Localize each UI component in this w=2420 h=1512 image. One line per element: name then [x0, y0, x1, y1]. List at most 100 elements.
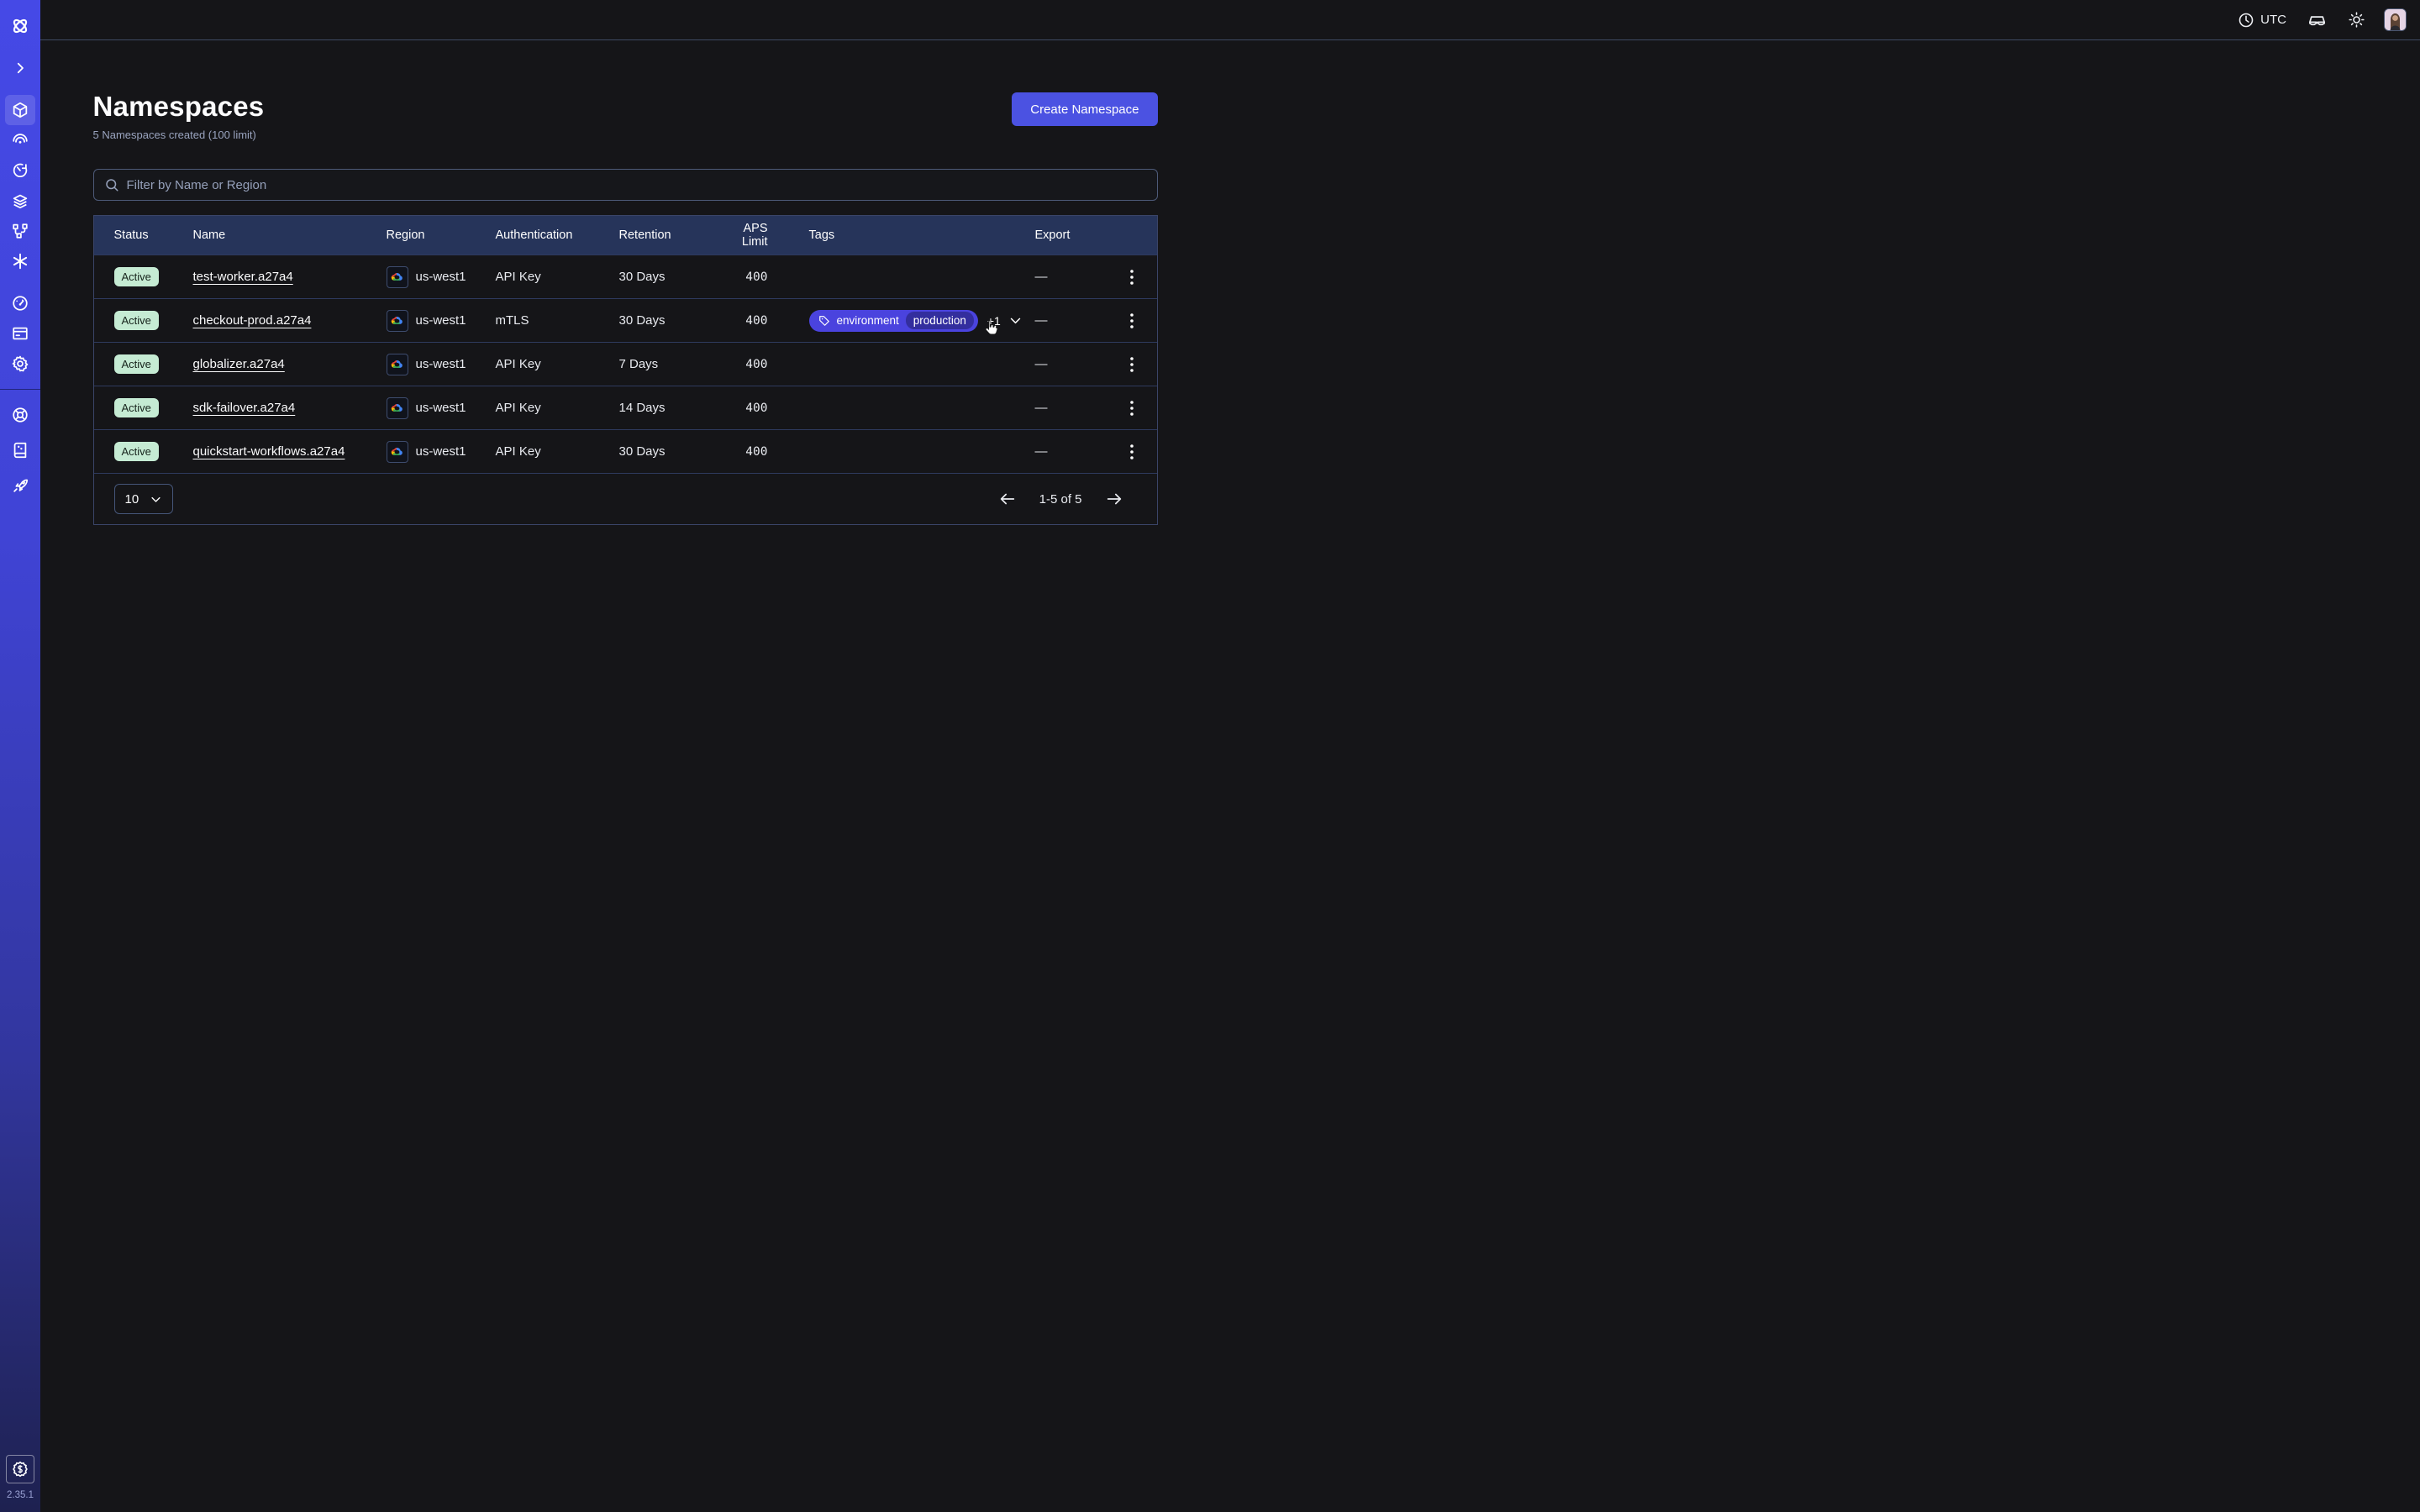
table-row: Active checkout-prod.a27a4 — [94, 298, 1157, 342]
col-export: Export — [1035, 228, 1121, 242]
export-value: — — [1035, 270, 1121, 284]
col-retention: Retention — [619, 228, 716, 242]
status-badge: Active — [114, 354, 159, 374]
sidebar-item-monitor[interactable] — [5, 125, 35, 155]
auth-label: API Key — [496, 270, 619, 284]
export-value: — — [1035, 444, 1121, 459]
page-title: Namespaces — [93, 91, 265, 123]
search-icon — [104, 177, 119, 192]
retention-label: 30 Days — [619, 444, 716, 459]
status-badge: Active — [114, 398, 159, 417]
pricing-seal-icon[interactable] — [6, 1455, 34, 1483]
retention-label: 30 Days — [619, 313, 716, 328]
aps-limit-value: 400 — [716, 445, 768, 459]
row-menu-kebab-icon[interactable] — [1125, 397, 1139, 419]
table-footer: 10 1-5 of 5 — [94, 473, 1157, 524]
sidebar-item-billing[interactable] — [5, 318, 35, 349]
chevron-down-icon — [150, 493, 162, 506]
export-value: — — [1035, 313, 1121, 328]
region-label: us-west1 — [416, 401, 466, 415]
region-label: us-west1 — [416, 357, 466, 371]
gcp-icon — [387, 441, 408, 463]
app-version: 2.35.1 — [7, 1490, 34, 1500]
filter-input[interactable] — [127, 178, 1147, 192]
aps-limit-value: 400 — [716, 270, 768, 284]
tag-value: production — [906, 312, 974, 329]
filter-input-wrapper[interactable] — [93, 169, 1158, 201]
previous-page-arrow-icon[interactable] — [998, 490, 1017, 508]
glasses-icon[interactable] — [2307, 10, 2327, 29]
sidebar-item-workflows[interactable] — [5, 216, 35, 246]
gcp-icon — [387, 354, 408, 375]
page-size-select[interactable]: 10 — [114, 484, 173, 514]
col-authentication: Authentication — [496, 228, 619, 242]
table-row: Active globalizer.a27a4 — [94, 342, 1157, 386]
namespace-link[interactable]: test-worker.a27a4 — [193, 270, 293, 284]
gcp-icon — [387, 310, 408, 332]
namespace-count-subtitle: 5 Namespaces created (100 limit) — [93, 129, 265, 141]
aps-limit-value: 400 — [716, 314, 768, 328]
retention-label: 14 Days — [619, 401, 716, 415]
tag-icon — [818, 315, 830, 327]
retention-label: 7 Days — [619, 357, 716, 371]
export-value: — — [1035, 357, 1121, 371]
row-menu-kebab-icon[interactable] — [1125, 354, 1139, 375]
sidebar-item-namespaces[interactable] — [5, 95, 35, 125]
auth-label: API Key — [496, 357, 619, 371]
sidebar: 2.35.1 — [0, 0, 40, 1512]
retention-label: 30 Days — [619, 270, 716, 284]
sidebar-item-usage[interactable] — [5, 288, 35, 318]
tag-key: environment — [837, 314, 899, 327]
status-badge: Active — [114, 311, 159, 330]
namespace-link[interactable]: globalizer.a27a4 — [193, 357, 285, 371]
auth-label: API Key — [496, 444, 619, 459]
tag-pill[interactable]: environment production — [809, 310, 978, 332]
namespace-link[interactable]: quickstart-workflows.a27a4 — [193, 444, 345, 459]
temporal-logo[interactable] — [5, 11, 35, 41]
table-row: Active sdk-failover.a27a4 — [94, 386, 1157, 429]
gcp-icon — [387, 266, 408, 288]
table-row: Active test-worker.a27a4 — [94, 255, 1157, 298]
aps-limit-value: 400 — [716, 402, 768, 415]
timezone-selector[interactable]: UTC — [2238, 12, 2286, 29]
col-tags: Tags — [768, 228, 1035, 242]
pagination-range: 1-5 of 5 — [1039, 492, 1082, 507]
col-name: Name — [193, 228, 387, 242]
sidebar-item-settings[interactable] — [5, 349, 35, 379]
sun-icon[interactable] — [2348, 11, 2365, 29]
sidebar-item-getting-started[interactable] — [5, 470, 35, 501]
topbar: UTC — [40, 0, 2420, 40]
sidebar-divider — [0, 389, 40, 390]
sidebar-item-deployments[interactable] — [5, 186, 35, 216]
tags-expand-chevron-down-icon[interactable] — [1008, 313, 1023, 328]
col-region: Region — [387, 228, 496, 242]
next-page-arrow-icon[interactable] — [1105, 490, 1123, 508]
namespace-link[interactable]: checkout-prod.a27a4 — [193, 313, 312, 328]
region-label: us-west1 — [416, 313, 466, 328]
user-avatar[interactable] — [2384, 8, 2407, 31]
row-menu-kebab-icon[interactable] — [1125, 310, 1139, 332]
auth-label: API Key — [496, 401, 619, 415]
auth-label: mTLS — [496, 313, 619, 328]
row-menu-kebab-icon[interactable] — [1125, 441, 1139, 463]
col-status: Status — [114, 228, 193, 242]
sidebar-item-schedules[interactable] — [5, 155, 35, 186]
table-header-row: Status Name Region Authentication Retent… — [94, 216, 1157, 255]
namespaces-table: Status Name Region Authentication Retent… — [93, 215, 1158, 525]
region-label: us-west1 — [416, 444, 466, 459]
gcp-icon — [387, 397, 408, 419]
sidebar-item-nexus[interactable] — [5, 246, 35, 276]
row-menu-kebab-icon[interactable] — [1125, 266, 1139, 288]
page-size-value: 10 — [125, 492, 139, 507]
sidebar-item-docs[interactable] — [5, 435, 35, 465]
create-namespace-button[interactable]: Create Namespace — [1012, 92, 1157, 126]
sidebar-expand-chevron-right-icon[interactable] — [5, 53, 35, 83]
sidebar-item-support[interactable] — [5, 400, 35, 430]
main-content: Namespaces 5 Namespaces created (100 lim… — [40, 40, 1210, 756]
tags-cell: environment production +1 — [768, 310, 1035, 332]
status-badge: Active — [114, 267, 159, 286]
status-badge: Active — [114, 442, 159, 461]
namespace-link[interactable]: sdk-failover.a27a4 — [193, 401, 296, 415]
tags-more-count: +1 — [987, 314, 1001, 328]
aps-limit-value: 400 — [716, 358, 768, 371]
